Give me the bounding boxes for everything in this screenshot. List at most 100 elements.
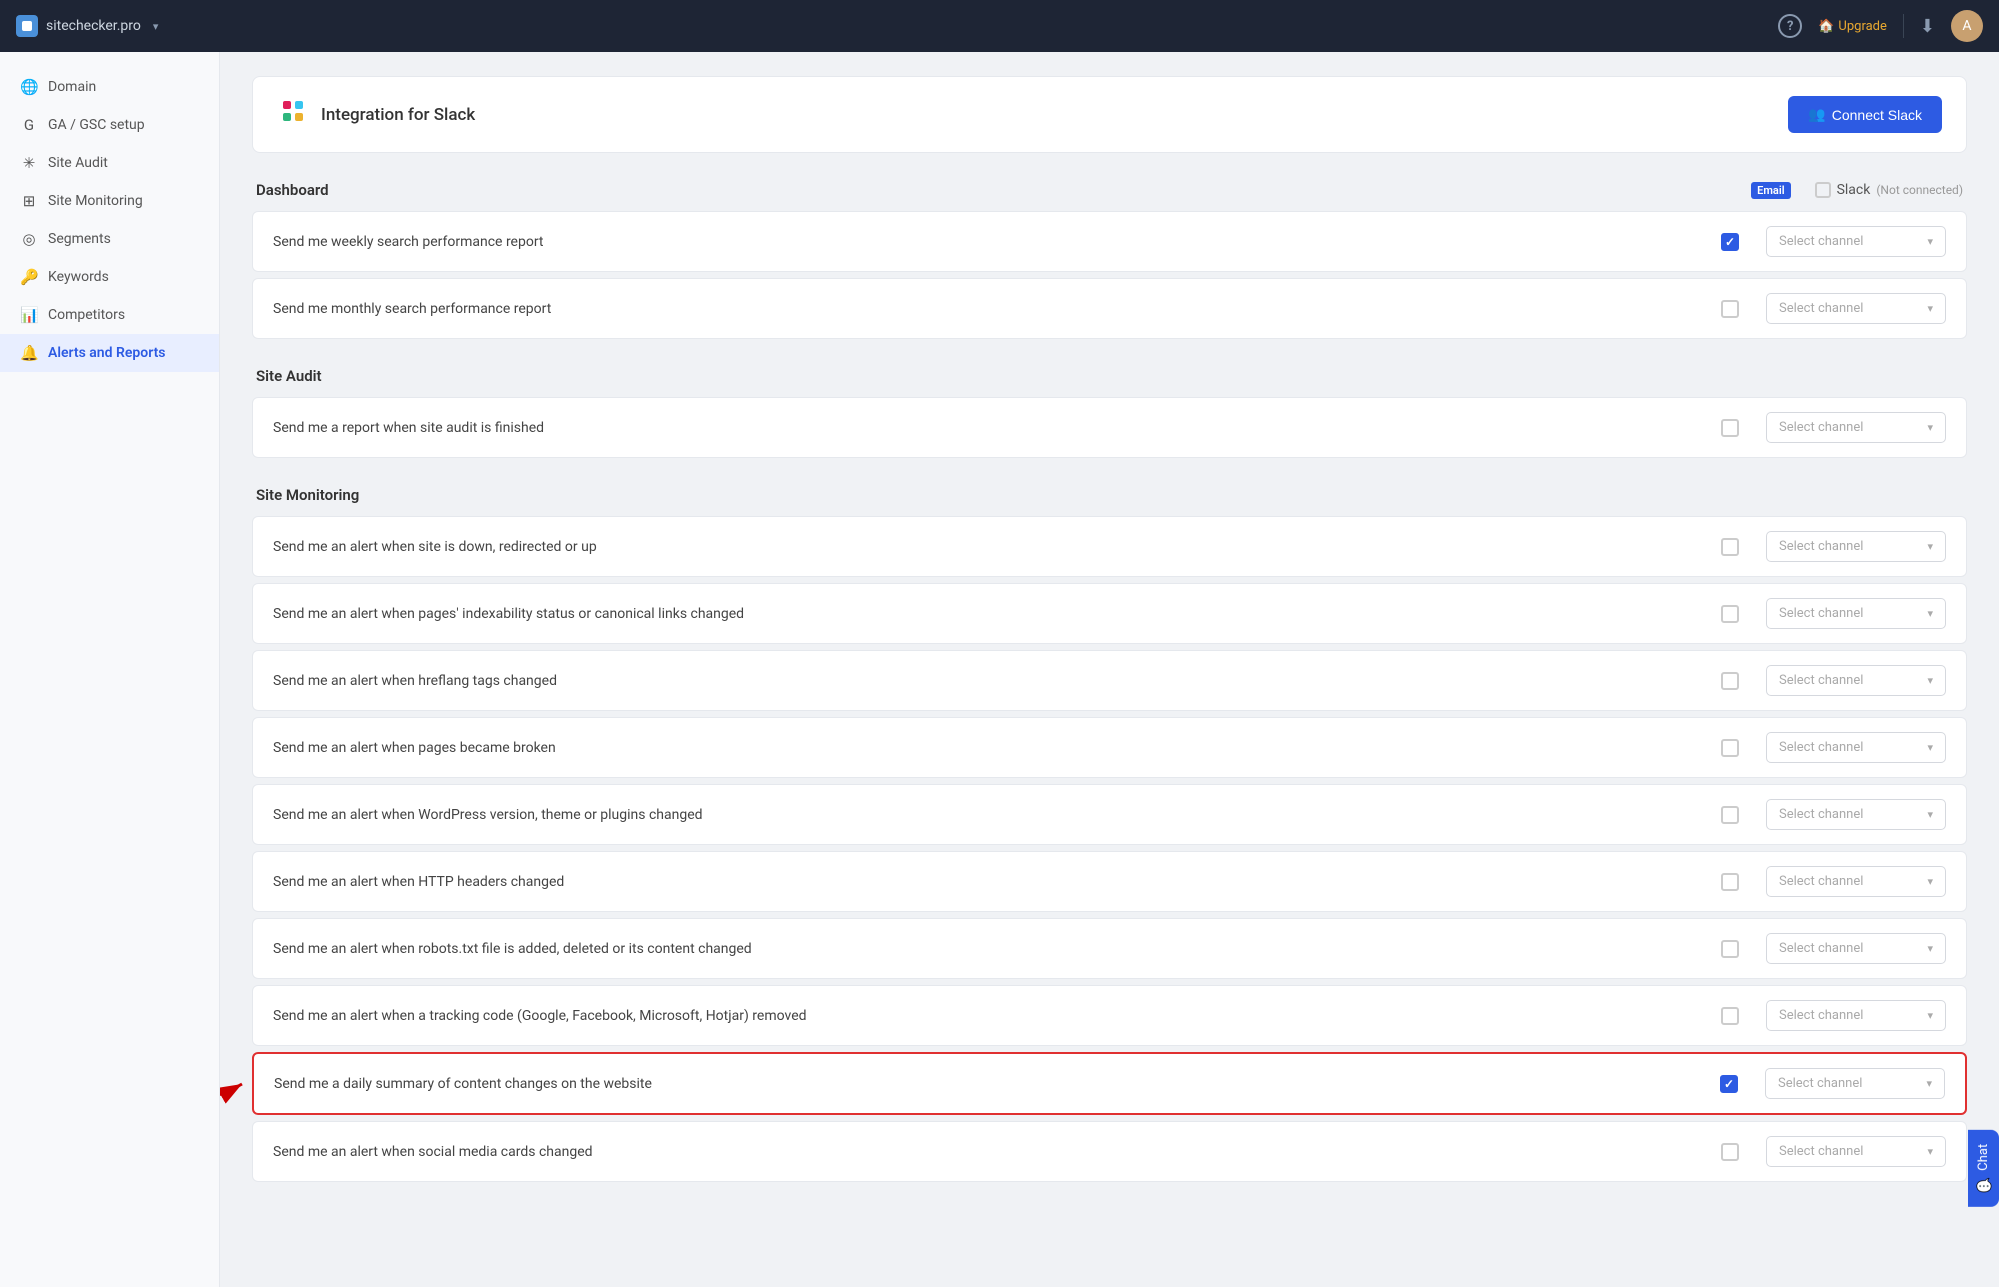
email-column-header: Email (1751, 182, 1790, 199)
slack-select-weekly[interactable]: Select channel ▾ (1766, 226, 1946, 257)
slack-select-tracking-code[interactable]: Select channel ▾ (1766, 1000, 1946, 1031)
section-header-audit: Site Audit (252, 367, 1967, 385)
dashboard-section: Dashboard Email Slack (Not connected) Se… (252, 181, 1967, 339)
slack-column-header: Slack (Not connected) (1815, 182, 1963, 198)
connect-slack-button[interactable]: 👥 Connect Slack (1788, 96, 1942, 133)
row-weekly-report: Send me weekly search performance report… (252, 211, 1967, 272)
site-name[interactable]: sitechecker.pro (46, 18, 141, 34)
row-text-audit: Send me a report when site audit is fini… (273, 420, 1710, 436)
row-text-daily-summary: Send me a daily summary of content chang… (274, 1076, 1709, 1092)
upgrade-label: Upgrade (1838, 19, 1886, 34)
topnav-left: sitechecker.pro ▾ (16, 15, 158, 37)
row-audit-finished: Send me a report when site audit is fini… (252, 397, 1967, 458)
select-arrow-audit: ▾ (1927, 421, 1933, 434)
chat-icon: 💬 (1976, 1177, 1991, 1193)
topnav-divider (1903, 14, 1904, 38)
email-check-tracking-code[interactable] (1721, 1007, 1739, 1025)
integration-title: Integration for Slack (321, 105, 475, 125)
slack-logo-icon (277, 95, 309, 134)
sidebar-label-audit: Site Audit (48, 155, 108, 171)
select-placeholder-audit: Select channel (1779, 420, 1863, 435)
email-check-daily-summary[interactable] (1720, 1075, 1738, 1093)
chat-button[interactable]: 💬 Chat (1968, 1130, 1999, 1207)
site-audit-section: Site Audit Send me a report when site au… (252, 367, 1967, 458)
upgrade-button[interactable]: 🏠 Upgrade (1818, 19, 1887, 34)
row-text-hreflang: Send me an alert when hreflang tags chan… (273, 673, 1710, 689)
row-text-monthly: Send me monthly search performance repor… (273, 301, 1710, 317)
row-controls-indexability: Select channel ▾ (1710, 598, 1946, 629)
email-check-monthly[interactable] (1721, 300, 1739, 318)
row-text-site-down: Send me an alert when site is down, redi… (273, 539, 1710, 555)
row-controls-broken-pages: Select channel ▾ (1710, 732, 1946, 763)
row-tracking-code: Send me an alert when a tracking code (G… (252, 985, 1967, 1046)
sidebar-label-segments: Segments (48, 231, 111, 247)
slack-select-indexability[interactable]: Select channel ▾ (1766, 598, 1946, 629)
sidebar-item-segments[interactable]: ◎ Segments (0, 220, 219, 258)
site-monitoring-section: Site Monitoring Send me an alert when si… (252, 486, 1967, 1182)
row-controls-hreflang: Select channel ▾ (1710, 665, 1946, 696)
email-check-broken-pages[interactable] (1721, 739, 1739, 757)
download-button[interactable]: ⬇ (1920, 16, 1935, 37)
competitors-icon: 📊 (20, 306, 38, 324)
slack-select-hreflang[interactable]: Select channel ▾ (1766, 665, 1946, 696)
domain-icon: 🌐 (20, 78, 38, 96)
slack-select-wordpress[interactable]: Select channel ▾ (1766, 799, 1946, 830)
sidebar-item-site-audit[interactable]: ✳ Site Audit (0, 144, 219, 182)
monitoring-icon: ⊞ (20, 192, 38, 210)
slack-select-monthly[interactable]: Select channel ▾ (1766, 293, 1946, 324)
email-check-http-headers[interactable] (1721, 873, 1739, 891)
connect-icon: 👥 (1808, 106, 1825, 123)
sidebar-label-alerts: Alerts and Reports (48, 345, 165, 361)
sidebar-item-site-monitoring[interactable]: ⊞ Site Monitoring (0, 182, 219, 220)
sidebar-label-competitors: Competitors (48, 307, 125, 323)
connect-label: Connect Slack (1832, 107, 1922, 123)
section-header-monitoring: Site Monitoring (252, 486, 1967, 504)
sidebar: 🌐 Domain G GA / GSC setup ✳ Site Audit ⊞… (0, 52, 220, 1287)
row-text-tracking-code: Send me an alert when a tracking code (G… (273, 1008, 1710, 1024)
slack-select-daily-summary[interactable]: Select channel ▾ (1765, 1068, 1945, 1099)
sidebar-item-keywords[interactable]: 🔑 Keywords (0, 258, 219, 296)
row-controls-wordpress: Select channel ▾ (1710, 799, 1946, 830)
email-check-weekly[interactable] (1721, 233, 1739, 251)
sidebar-item-ga-gsc[interactable]: G GA / GSC setup (0, 106, 219, 144)
annotation-arrow (220, 1054, 252, 1114)
user-avatar[interactable]: A (1951, 10, 1983, 42)
sidebar-label-monitoring: Site Monitoring (48, 193, 143, 209)
sidebar-item-competitors[interactable]: 📊 Competitors (0, 296, 219, 334)
row-text-weekly: Send me weekly search performance report (273, 234, 1710, 250)
site-chevron-icon[interactable]: ▾ (153, 20, 159, 33)
keywords-icon: 🔑 (20, 268, 38, 286)
row-wordpress: Send me an alert when WordPress version,… (252, 784, 1967, 845)
row-daily-summary: Send me a daily summary of content chang… (252, 1052, 1967, 1115)
email-check-hreflang[interactable] (1721, 672, 1739, 690)
email-check-indexability[interactable] (1721, 605, 1739, 623)
email-check-social-media[interactable] (1721, 1143, 1739, 1161)
select-placeholder-weekly: Select channel (1779, 234, 1863, 249)
slack-select-site-down[interactable]: Select channel ▾ (1766, 531, 1946, 562)
email-check-audit[interactable] (1721, 419, 1739, 437)
ga-icon: G (20, 116, 38, 134)
slack-select-http-headers[interactable]: Select channel ▾ (1766, 866, 1946, 897)
row-social-media: Send me an alert when social media cards… (252, 1121, 1967, 1182)
row-controls-site-down: Select channel ▾ (1710, 531, 1946, 562)
sidebar-label-domain: Domain (48, 79, 96, 95)
slack-select-robots-txt[interactable]: Select channel ▾ (1766, 933, 1946, 964)
select-arrow-monthly: ▾ (1927, 302, 1933, 315)
section-header-dashboard: Dashboard Email Slack (Not connected) (252, 181, 1967, 199)
row-controls-daily-summary: Select channel ▾ (1709, 1068, 1945, 1099)
email-check-robots-txt[interactable] (1721, 940, 1739, 958)
email-badge: Email (1751, 182, 1790, 199)
sidebar-item-alerts-reports[interactable]: 🔔 Alerts and Reports (0, 334, 219, 372)
help-button[interactable]: ? (1778, 14, 1802, 38)
email-check-site-down[interactable] (1721, 538, 1739, 556)
main-content: Integration for Slack 👥 Connect Slack Da… (220, 52, 1999, 1287)
slack-select-social-media[interactable]: Select channel ▾ (1766, 1136, 1946, 1167)
row-controls-http-headers: Select channel ▾ (1710, 866, 1946, 897)
audit-icon: ✳ (20, 154, 38, 172)
slack-select-broken-pages[interactable]: Select channel ▾ (1766, 732, 1946, 763)
upgrade-icon: 🏠 (1818, 19, 1834, 34)
slack-select-audit[interactable]: Select channel ▾ (1766, 412, 1946, 443)
row-broken-pages: Send me an alert when pages became broke… (252, 717, 1967, 778)
sidebar-item-domain[interactable]: 🌐 Domain (0, 68, 219, 106)
email-check-wordpress[interactable] (1721, 806, 1739, 824)
